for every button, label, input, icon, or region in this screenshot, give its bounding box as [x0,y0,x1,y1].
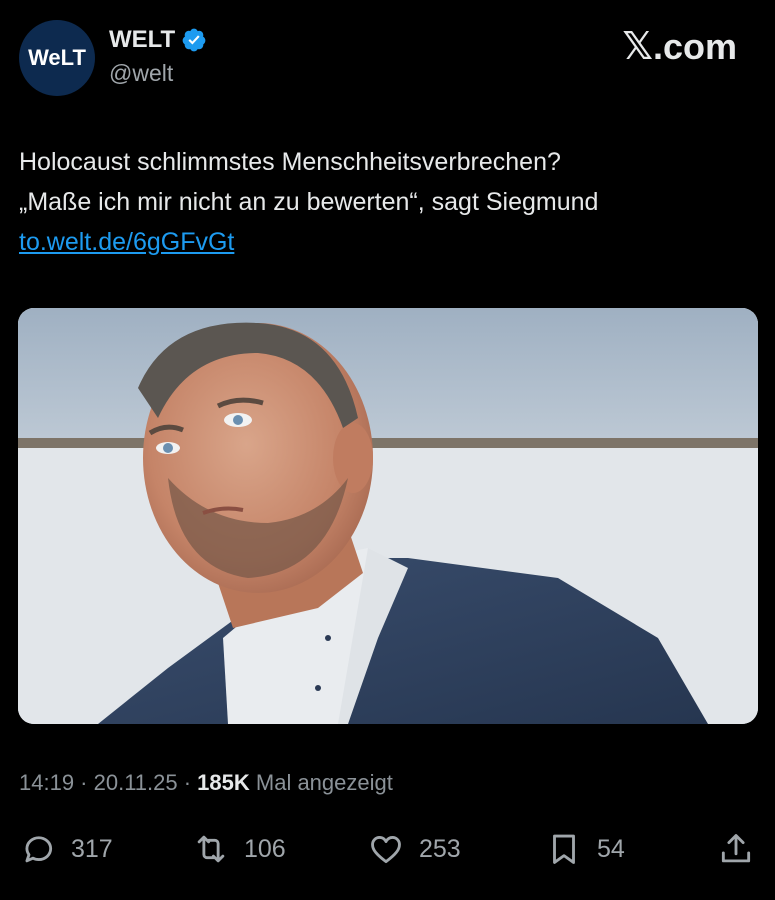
tweet-text: Holocaust schlimmstes Menschheitsverbrec… [19,142,749,262]
tweet-meta: 14:19 · 20.11.25 · 185K Mal angezeigt [19,770,393,796]
bookmark-button[interactable]: 54 [545,826,625,872]
heart-icon [371,836,401,864]
view-count-label: Mal angezeigt [249,770,393,795]
tweet-line-2: „Maße ich mir nicht an zu bewerten“, sag… [19,188,599,216]
tweet-photo[interactable] [18,308,758,724]
like-count: 253 [419,834,461,863]
verified-badge-icon [182,28,206,52]
reply-count: 317 [71,834,113,863]
repost-button[interactable]: 106 [192,826,286,872]
action-bar: 317 106 253 54 [0,826,775,876]
account-name-row[interactable]: WELT [109,26,207,54]
bookmark-icon [553,834,575,864]
account-name[interactable]: WELT [109,26,175,54]
reply-button[interactable]: 317 [19,826,113,872]
x-logo-icon: 𝕏 [622,26,653,68]
tweet-timestamp[interactable]: 14:19 · 20.11.25 · [19,770,197,795]
account-handle[interactable]: @welt [109,60,173,87]
repost-count: 106 [244,834,286,863]
x-com-logo: 𝕏 .com [622,24,737,69]
view-count: 185K [197,770,250,795]
avatar-logo-text: WeLT [28,45,86,70]
repost-icon [197,835,225,863]
photo-man-portrait [18,308,758,724]
share-icon [721,834,751,863]
account-avatar[interactable]: WeLT [19,20,95,96]
like-button[interactable]: 253 [367,826,461,872]
bookmark-count: 54 [597,834,625,863]
share-button[interactable] [717,826,755,872]
x-logo-text: .com [652,25,737,67]
tweet-line-1: Holocaust schlimmstes Menschheitsverbrec… [19,148,561,176]
reply-icon [25,836,53,863]
tweet-link[interactable]: to.welt.de/6gGFvGt [19,228,234,256]
